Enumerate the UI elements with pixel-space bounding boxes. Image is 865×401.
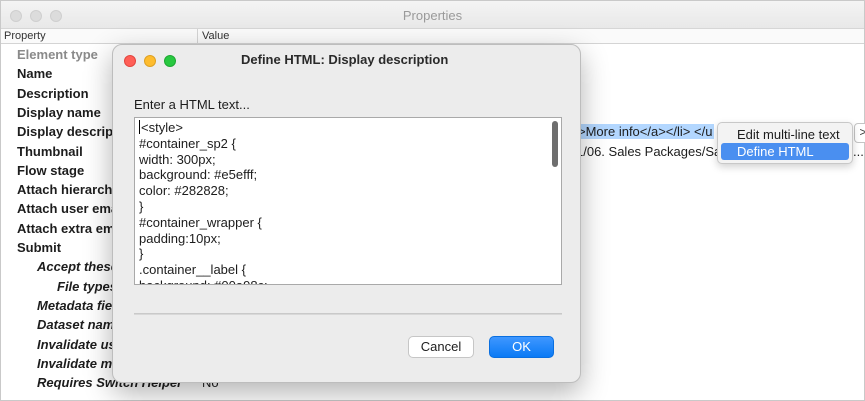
ok-button[interactable]: OK xyxy=(489,336,554,358)
property-name: Thumbnail xyxy=(17,143,83,159)
column-divider[interactable] xyxy=(197,29,198,44)
minimize-dialog-icon[interactable] xyxy=(144,55,156,67)
thumbnail-overflow: ... xyxy=(853,143,864,159)
column-header-property[interactable]: Property xyxy=(4,30,46,42)
property-name: Element type xyxy=(17,47,98,62)
property-name: Invalidate m xyxy=(37,355,113,371)
property-name: Display descript xyxy=(17,124,118,140)
menu-item-edit-multi-line-text[interactable]: Edit multi-line text xyxy=(721,126,849,143)
menu-item-define-html[interactable]: Define HTML xyxy=(721,143,849,160)
dialog-divider xyxy=(134,313,562,315)
property-name: Attach user ema xyxy=(17,201,119,217)
property-name: Flow stage xyxy=(17,162,85,178)
html-code-text[interactable]: <style> #container_sp2 { width: 300px; b… xyxy=(139,120,547,284)
dialog-prompt: Enter a HTML text... xyxy=(134,97,250,112)
property-name: File types xyxy=(57,278,117,294)
column-header: Property Value xyxy=(1,29,864,44)
html-text-area[interactable]: <style> #container_sp2 { width: 300px; b… xyxy=(134,117,562,285)
vertical-scrollbar[interactable] xyxy=(552,121,558,167)
close-dialog-icon[interactable] xyxy=(124,55,136,67)
property-name: Invalidate us xyxy=(37,336,116,352)
property-name: Accept these xyxy=(37,259,118,275)
zoom-dialog-icon[interactable] xyxy=(164,55,176,67)
text-caret xyxy=(139,120,140,134)
dialog-title: Define HTML: Display description xyxy=(241,52,449,67)
property-name: Name xyxy=(17,66,53,82)
cancel-button[interactable]: Cancel xyxy=(408,336,474,358)
property-value[interactable]: 1/06. Sales Packages/Sa xyxy=(576,144,721,159)
window-title: Properties xyxy=(402,8,463,23)
context-menu: Edit multi-line text Define HTML xyxy=(717,122,853,164)
define-html-dialog: Define HTML: Display description Enter a… xyxy=(112,44,581,383)
dialog-titlebar[interactable]: Define HTML: Display description xyxy=(113,45,580,75)
property-name: Submit xyxy=(17,240,62,255)
property-value[interactable]: >More info</a></li> </u xyxy=(576,124,715,140)
property-name: Attach hierarchy xyxy=(17,182,120,198)
column-header-value[interactable]: Value xyxy=(202,30,229,42)
edit-value-button[interactable]: > xyxy=(854,123,865,143)
window-titlebar[interactable]: Properties xyxy=(1,1,864,29)
property-name: Attach extra em xyxy=(17,220,115,236)
property-name: Dataset nam xyxy=(37,317,115,333)
property-name: Display name xyxy=(17,104,101,120)
dialog-window-controls xyxy=(124,55,176,67)
html-code-content: <style> #container_sp2 { width: 300px; b… xyxy=(139,120,268,284)
property-name: Metadata fie xyxy=(37,297,113,313)
property-name: Description xyxy=(17,85,89,101)
